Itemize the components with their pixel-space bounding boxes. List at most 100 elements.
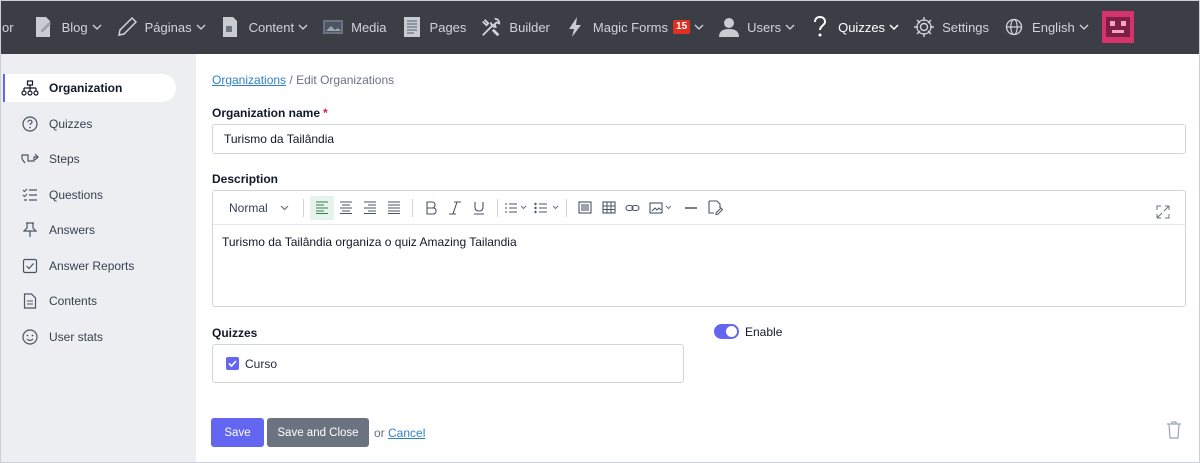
nav-item-content[interactable]: Content [213, 0, 316, 54]
fullscreen-icon[interactable] [1151, 200, 1175, 224]
sidebar-item-questions[interactable]: Questions [3, 181, 176, 209]
chevron-down-icon [280, 205, 289, 211]
nav-label-settings: Settings [942, 19, 990, 35]
nav-item-language[interactable]: English [996, 0, 1096, 54]
nav-item-pages[interactable]: Pages [394, 0, 474, 54]
sidebar-item-label: Quizzes [49, 116, 93, 131]
align-left-icon[interactable] [309, 195, 334, 220]
paragraph-style-select[interactable]: Normal [219, 196, 297, 220]
save-button[interactable]: Save [211, 418, 264, 447]
align-justify-icon[interactable] [382, 196, 406, 220]
sidebar-item-label: Contents [49, 294, 98, 308]
link-icon[interactable] [621, 196, 645, 220]
quizzes-label: Quizzes [212, 326, 258, 340]
org-icon [21, 79, 39, 97]
notification-badge: 15 [673, 20, 691, 34]
breadcrumb-current: Edit Organizations [296, 73, 395, 87]
sidebar-item-label: Answer Reports [49, 258, 135, 273]
media-embed-icon[interactable] [649, 196, 675, 220]
nav-item-builder[interactable]: Builder [473, 0, 556, 54]
tools-icon [480, 16, 502, 38]
toolbar-divider [565, 198, 567, 217]
question-circle-icon [21, 115, 39, 133]
breadcrumb-link-organizations[interactable]: Organizations [212, 73, 286, 87]
align-center-icon[interactable] [334, 196, 358, 220]
document-icon [21, 292, 39, 310]
nav-item-media[interactable]: Media [315, 0, 393, 54]
sidebar-item-label: Answers [49, 223, 96, 237]
sidebar-item-quizzes[interactable]: Quizzes [3, 110, 176, 138]
bold-icon[interactable] [419, 196, 443, 220]
breadcrumb-separator: / [286, 73, 297, 87]
organization-name-label: Organization name * [212, 106, 328, 120]
chevron-down-icon [298, 24, 308, 30]
toolbar-divider [411, 198, 413, 217]
sidebar-item-answer-reports[interactable]: Answer Reports [3, 252, 176, 280]
chevron-down-icon [694, 24, 704, 30]
nav-label-magic-forms: Magic Forms [592, 19, 669, 35]
toolbar-divider [302, 198, 304, 217]
table-icon[interactable] [597, 196, 621, 220]
source-edit-icon[interactable] [703, 196, 727, 220]
quizzes-checklist: Curso [212, 344, 684, 383]
blog-icon [33, 16, 55, 38]
bolt-icon [564, 16, 586, 38]
smile-icon [21, 328, 39, 346]
sidebar-item-contents[interactable]: Contents [3, 287, 176, 315]
sidebar-item-user-stats[interactable]: User stats [3, 323, 176, 351]
nav-item-paginas[interactable]: Páginas [109, 0, 213, 54]
nav-item-partial[interactable]: or [0, 0, 26, 54]
main-content: Organizations / Edit Organizations Organ… [196, 54, 1200, 463]
cancel-link[interactable]: Cancel [388, 426, 425, 440]
save-and-close-button[interactable]: Save and Close [267, 418, 369, 447]
sidebar-item-label: Questions [49, 187, 104, 202]
user-icon [718, 16, 740, 38]
sidebar-item-organization[interactable]: Organization [3, 74, 176, 102]
italic-icon[interactable] [443, 196, 467, 220]
editor-content-area[interactable]: Turismo da Tailândia organiza o quiz Ama… [213, 225, 1185, 259]
sidebar-item-answers[interactable]: Answers [3, 216, 176, 244]
editor-toolbar: Normal [213, 191, 1185, 225]
enable-toggle[interactable] [714, 324, 739, 339]
sidebar-item-steps[interactable]: Steps [3, 145, 176, 173]
avatar[interactable] [1101, 11, 1134, 43]
sidebar: Organization Quizzes Steps Questions Ans… [0, 54, 196, 463]
nav-item-users[interactable]: Users [711, 0, 802, 54]
ordered-list-icon[interactable] [504, 196, 528, 220]
nav-label-blog: Blog [61, 19, 88, 35]
quiz-checkbox-curso[interactable] [226, 357, 239, 370]
check-square-icon [21, 257, 39, 275]
steps-icon [21, 150, 39, 168]
enable-label: Enable [745, 324, 783, 339]
nav-label-language: English [1032, 19, 1075, 35]
nav-item-magic-forms[interactable]: Magic Forms 15 [557, 0, 711, 54]
sidebar-item-label: User stats [49, 329, 104, 344]
toggle-knob [726, 326, 737, 337]
content-icon [220, 16, 242, 38]
chevron-down-icon [785, 24, 795, 30]
gear-icon [913, 16, 935, 38]
nav-item-blog[interactable]: Blog [26, 0, 109, 54]
cancel-group: or Cancel [374, 426, 426, 440]
horizontal-rule-icon[interactable] [679, 196, 703, 220]
breadcrumb: Organizations / Edit Organizations [212, 73, 394, 87]
organization-name-input[interactable]: Turismo da Tailândia [212, 124, 1186, 154]
nav-item-quizzes[interactable]: Quizzes [802, 0, 906, 54]
list-icon [21, 186, 39, 204]
pencil-icon [116, 16, 138, 38]
trash-icon[interactable] [1166, 421, 1182, 442]
nav-label-builder: Builder [509, 19, 550, 35]
nav-label-content: Content [248, 19, 295, 35]
toolbar-divider [496, 198, 498, 217]
bullet-list-icon[interactable] [533, 196, 560, 220]
underline-icon[interactable] [467, 196, 491, 220]
image-icon[interactable] [573, 196, 597, 220]
nav-item-settings[interactable]: Settings [906, 0, 996, 54]
description-label: Description [212, 172, 279, 186]
pin-icon [21, 221, 39, 239]
top-navigation: or Blog Páginas Content Media Pages Buil… [0, 0, 1200, 54]
chevron-down-icon [92, 24, 102, 30]
chevron-down-icon [196, 24, 206, 30]
nav-label-paginas: Páginas [144, 19, 192, 35]
align-right-icon[interactable] [358, 196, 382, 220]
